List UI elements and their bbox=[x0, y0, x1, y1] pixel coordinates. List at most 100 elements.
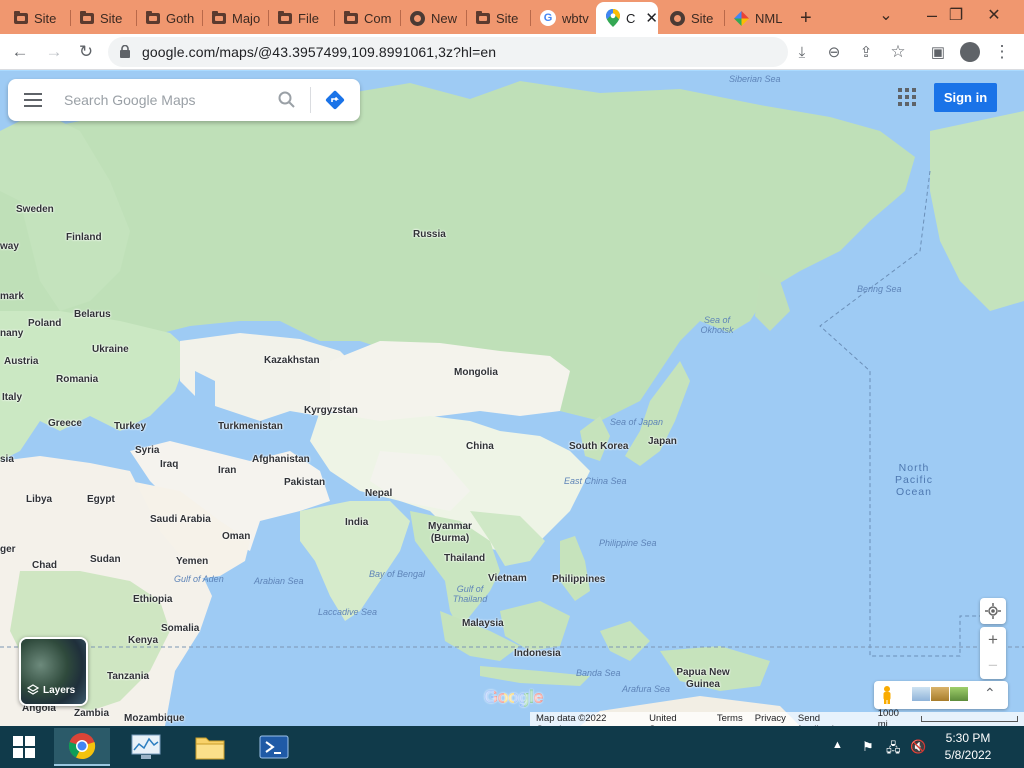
speaker-muted-icon[interactable]: 🔇 bbox=[910, 739, 926, 755]
new-tab-button[interactable]: + bbox=[794, 4, 824, 32]
tab-google-maps-active[interactable]: C ✕ bbox=[596, 2, 658, 34]
search-input[interactable] bbox=[64, 90, 264, 110]
layers-label: Layers bbox=[43, 685, 76, 696]
lock-icon[interactable] bbox=[120, 45, 130, 58]
map-data-credit: Map data ©2022 Google bbox=[536, 713, 607, 726]
reload-icon[interactable]: ↻ bbox=[74, 40, 98, 64]
side-panel-icon[interactable]: ▣ bbox=[926, 40, 950, 64]
tab-label: File bbox=[298, 10, 319, 26]
windows-logo-icon bbox=[13, 736, 35, 758]
zoom-icon[interactable]: ⊖ bbox=[822, 40, 846, 64]
tab-12[interactable]: NML bbox=[724, 4, 786, 32]
map-label: sia bbox=[0, 454, 14, 465]
map-label: Laccadive Sea bbox=[318, 607, 378, 617]
powershell-taskbar-button[interactable] bbox=[246, 728, 302, 766]
tab-11[interactable]: Site bbox=[660, 4, 722, 32]
my-location-icon[interactable] bbox=[980, 598, 1006, 624]
map-label: Sea of Okhotsk bbox=[700, 315, 734, 335]
pegman-icon[interactable] bbox=[880, 685, 894, 705]
zoom-out-icon[interactable]: − bbox=[980, 653, 1006, 679]
sign-in-button[interactable]: Sign in bbox=[934, 83, 997, 112]
imagery-thumbnail-1[interactable] bbox=[912, 687, 930, 701]
imagery-thumbnail-2[interactable] bbox=[931, 687, 949, 701]
map-bottom-controls: ⌃ bbox=[874, 681, 1008, 709]
new-tab-label: + bbox=[800, 6, 812, 29]
install-app-icon[interactable]: ⤓ bbox=[790, 40, 814, 64]
privacy-link[interactable]: Privacy bbox=[749, 712, 792, 726]
forward-arrow-icon[interactable]: → bbox=[42, 40, 66, 64]
google-logo: Google bbox=[484, 687, 544, 708]
file-explorer-taskbar-button[interactable] bbox=[182, 728, 238, 766]
map-label: China bbox=[466, 441, 494, 452]
url-text[interactable]: google.com/maps/@43.3957499,109.8991061,… bbox=[142, 44, 496, 60]
tab-8[interactable]: Site bbox=[466, 4, 528, 32]
pinwheel-icon bbox=[734, 10, 749, 26]
tab-search-chevron-icon[interactable]: ⌄ bbox=[864, 0, 908, 30]
folder-icon bbox=[212, 10, 226, 24]
tab-4[interactable]: Majo bbox=[202, 4, 264, 32]
map-canvas[interactable]: Siberian Sea Sweden Finland Russia way m… bbox=[0, 71, 1024, 726]
google-apps-icon[interactable] bbox=[898, 88, 916, 106]
system-clock[interactable]: 5:30 PM 5/8/2022 bbox=[928, 730, 1008, 764]
tab-6[interactable]: Com bbox=[334, 4, 396, 32]
map-label: Sweden bbox=[16, 204, 54, 215]
close-tab-icon[interactable]: ✕ bbox=[645, 9, 658, 27]
profile-avatar-icon[interactable] bbox=[958, 40, 982, 64]
back-arrow-icon[interactable]: ← bbox=[8, 40, 32, 64]
map-label: Kyrgyzstan bbox=[304, 405, 358, 416]
tab-9[interactable]: Gwbtv bbox=[530, 4, 592, 32]
imagery-thumbnail-3[interactable] bbox=[950, 687, 968, 701]
attribution-bar: Map data ©2022 Google United States Term… bbox=[530, 708, 1024, 726]
maps-search-box[interactable] bbox=[8, 79, 360, 121]
network-icon[interactable]: 🖧 bbox=[886, 739, 901, 761]
send-feedback-link[interactable]: Send feedback bbox=[792, 712, 866, 726]
map-label: Italy bbox=[2, 392, 23, 403]
tab-1[interactable]: Site bbox=[4, 4, 66, 32]
browser-toolbar: ← → ↻ google.com/maps/@43.3957499,109.89… bbox=[0, 34, 1024, 70]
folder-icon bbox=[278, 10, 292, 24]
tab-3[interactable]: Goth bbox=[136, 4, 198, 32]
map-label: mark bbox=[0, 291, 24, 302]
expand-chevron-icon[interactable]: ⌃ bbox=[984, 685, 996, 702]
share-icon[interactable]: ⇪ bbox=[854, 40, 878, 64]
close-window-icon[interactable]: ✕ bbox=[972, 0, 1016, 30]
map-label: Gulf of Thailand bbox=[452, 584, 488, 604]
terms-link[interactable]: Terms bbox=[711, 712, 749, 726]
korea-landmass bbox=[580, 416, 610, 461]
tab-2[interactable]: Site bbox=[70, 4, 132, 32]
google-maps-icon bbox=[606, 9, 620, 27]
start-button[interactable] bbox=[0, 728, 48, 766]
search-icon[interactable] bbox=[278, 91, 296, 109]
scale-bar[interactable]: 1000 mi bbox=[866, 708, 1024, 726]
map-label: Zambia bbox=[74, 708, 110, 719]
zoom-in-icon[interactable]: + bbox=[980, 627, 1006, 653]
tab-label: Com bbox=[364, 10, 392, 26]
directions-icon[interactable] bbox=[324, 89, 346, 111]
tab-5[interactable]: File bbox=[268, 4, 330, 32]
sulawesi-landmass bbox=[600, 621, 650, 661]
map-label: Philippines bbox=[552, 574, 606, 585]
map-label: Russia bbox=[413, 229, 446, 240]
tab-7[interactable]: New bbox=[400, 4, 462, 32]
map-label: Belarus bbox=[74, 309, 111, 320]
bookmark-star-icon[interactable]: ☆ bbox=[886, 40, 910, 64]
layers-button[interactable]: Layers bbox=[19, 637, 88, 706]
tab-label: wbtv bbox=[562, 10, 589, 26]
map-label: Ukraine bbox=[92, 344, 129, 355]
region-link[interactable]: United States bbox=[643, 712, 711, 726]
map-label: North Pacific Ocean bbox=[895, 462, 933, 498]
map-label: Somalia bbox=[161, 623, 200, 634]
chrome-taskbar-button[interactable] bbox=[54, 728, 110, 766]
task-manager-taskbar-button[interactable] bbox=[118, 728, 174, 766]
action-center-flag-icon[interactable]: ⚑ bbox=[862, 739, 874, 755]
tab-label: Site bbox=[100, 10, 123, 26]
map-label: Poland bbox=[28, 318, 62, 329]
browser-tab-strip: Site Site Goth Majo File Com New Site Gw… bbox=[0, 0, 1024, 34]
hamburger-menu-icon[interactable] bbox=[24, 93, 42, 107]
show-hidden-icons-icon[interactable]: ▲ bbox=[832, 739, 843, 751]
address-bar[interactable]: google.com/maps/@43.3957499,109.8991061,… bbox=[108, 37, 788, 67]
map-label: Nepal bbox=[365, 488, 393, 499]
map-label: Oman bbox=[222, 531, 251, 542]
more-menu-icon[interactable]: ⋮ bbox=[990, 40, 1014, 64]
map-label: Yemen bbox=[176, 556, 209, 567]
